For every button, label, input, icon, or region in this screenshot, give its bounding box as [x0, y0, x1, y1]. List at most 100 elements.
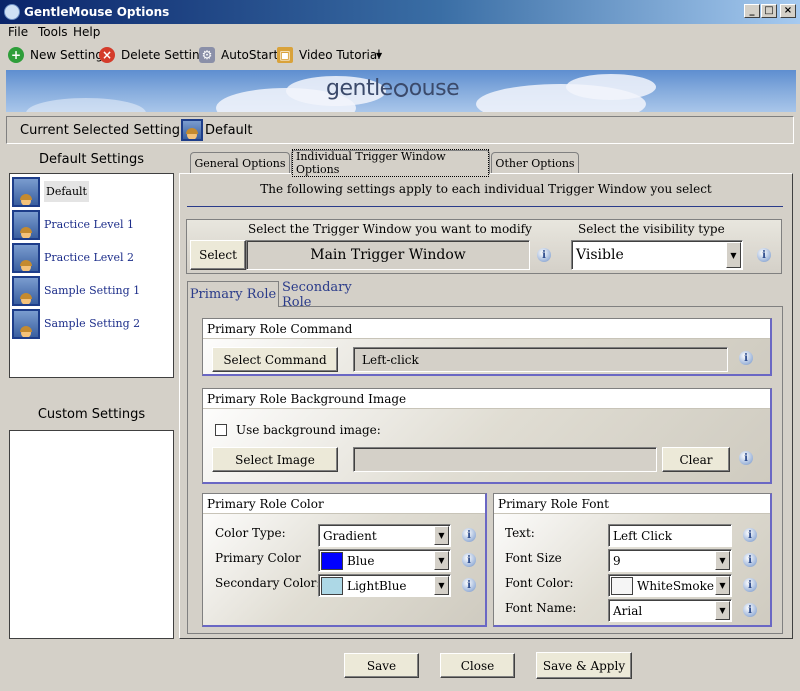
- info-icon[interactable]: i: [743, 603, 757, 617]
- user-icon: [12, 308, 40, 339]
- menu-help[interactable]: Help: [73, 25, 100, 39]
- custom-settings-title: Custom Settings: [37, 407, 146, 422]
- close-window-button[interactable]: ×: [780, 4, 796, 18]
- clear-button[interactable]: Clear: [662, 447, 730, 472]
- custom-settings-list[interactable]: [9, 430, 174, 639]
- secondary-color-swatch: [321, 576, 343, 595]
- font-text-label: Text:: [505, 526, 535, 540]
- font-color-swatch: [611, 576, 633, 595]
- chevron-down-icon: ▼: [715, 551, 730, 570]
- autostart-label: AutoStart: [221, 48, 279, 62]
- list-item[interactable]: Sample Setting 2: [12, 308, 172, 339]
- current-setting-bar: Current Selected Setting: Default: [6, 116, 794, 144]
- autostart-button[interactable]: ⚙ AutoStart: [199, 46, 278, 64]
- trigger-window-field: Main Trigger Window: [246, 240, 530, 270]
- list-item-label: Sample Setting 2: [44, 317, 141, 330]
- save-button[interactable]: Save: [344, 653, 419, 678]
- select-window-button[interactable]: Select: [190, 240, 246, 270]
- tab-other-options[interactable]: Other Options: [491, 152, 579, 173]
- divider: [187, 206, 783, 207]
- menu-file[interactable]: File: [8, 25, 28, 39]
- delete-setting-label: Delete Setting: [121, 48, 208, 62]
- font-text-input[interactable]: Left Click: [608, 524, 732, 547]
- list-item[interactable]: Practice Level 1: [12, 209, 172, 240]
- close-button[interactable]: Close: [440, 653, 515, 678]
- app-icon: [4, 4, 20, 20]
- font-color-label: Font Color:: [505, 576, 574, 590]
- user-icon: [181, 119, 203, 141]
- chevron-down-icon: ▼: [715, 576, 730, 595]
- font-color-select[interactable]: WhiteSmoke ▼: [608, 574, 732, 597]
- new-setting-button[interactable]: + New Setting: [8, 46, 103, 64]
- window-title: GentleMouse Options: [24, 5, 170, 19]
- chevron-down-icon: ▼: [434, 551, 449, 570]
- info-icon[interactable]: i: [462, 578, 476, 592]
- tab-secondary-role[interactable]: Secondary Role: [282, 280, 382, 310]
- primary-color-select[interactable]: Blue ▼: [318, 549, 451, 572]
- minimize-button[interactable]: _: [744, 4, 760, 18]
- list-item[interactable]: Sample Setting 1: [12, 275, 172, 306]
- font-size-label: Font Size: [505, 551, 562, 565]
- maximize-button[interactable]: □: [761, 4, 777, 18]
- plus-icon: +: [8, 47, 24, 63]
- info-icon[interactable]: i: [743, 578, 757, 592]
- save-apply-button[interactable]: Save & Apply: [536, 652, 632, 679]
- info-icon[interactable]: i: [743, 553, 757, 567]
- visibility-select[interactable]: Visible ▼: [571, 240, 743, 270]
- info-icon[interactable]: i: [739, 451, 753, 465]
- color-group-title: Primary Role Color: [203, 494, 485, 514]
- toolbar: + New Setting × Delete Setting ⚙ AutoSta…: [0, 42, 800, 66]
- info-icon[interactable]: i: [462, 528, 476, 542]
- primary-color-label: Primary Color: [215, 551, 301, 565]
- secondary-color-label: Secondary Color:: [215, 576, 321, 590]
- list-item-label: Sample Setting 1: [44, 284, 141, 297]
- command-group-title: Primary Role Command: [203, 319, 770, 339]
- user-icon: [12, 242, 40, 273]
- info-icon[interactable]: i: [757, 248, 771, 262]
- chevron-down-icon: ▼: [434, 576, 449, 595]
- toolbar-overflow-icon[interactable]: ▼: [376, 51, 382, 60]
- visibility-label: Select the visibility type: [578, 222, 725, 236]
- color-type-label: Color Type:: [215, 526, 286, 540]
- user-icon: [12, 275, 40, 306]
- user-icon: [12, 209, 40, 240]
- color-type-select[interactable]: Gradient ▼: [318, 524, 451, 547]
- current-setting-value: Default: [205, 123, 253, 138]
- trigger-info-text: The following settings apply to each ind…: [260, 182, 712, 196]
- info-icon[interactable]: i: [537, 248, 551, 262]
- info-icon[interactable]: i: [739, 351, 753, 365]
- list-item-label: Default: [44, 181, 89, 202]
- tab-individual-trigger[interactable]: Individual Trigger Window Options: [291, 148, 490, 177]
- list-item[interactable]: Default: [12, 176, 172, 207]
- select-command-button[interactable]: Select Command: [212, 347, 338, 372]
- chevron-down-icon: ▼: [715, 601, 730, 620]
- font-size-select[interactable]: 9 ▼: [608, 549, 732, 572]
- info-icon[interactable]: i: [462, 553, 476, 567]
- list-item-label: Practice Level 2: [44, 251, 135, 264]
- secondary-color-select[interactable]: LightBlue ▼: [318, 574, 451, 597]
- default-settings-title: Default Settings: [39, 152, 144, 167]
- default-settings-list[interactable]: Default Practice Level 1 Practice Level …: [9, 173, 174, 378]
- font-name-select[interactable]: Arial ▼: [608, 599, 732, 622]
- font-name-label: Font Name:: [505, 601, 577, 615]
- current-setting-label: Current Selected Setting:: [20, 123, 185, 138]
- tab-primary-role[interactable]: Primary Role: [187, 281, 279, 307]
- video-tutorial-button[interactable]: ▣ Video Tutorial: [277, 46, 381, 64]
- primary-color-swatch: [321, 551, 343, 570]
- delete-setting-button[interactable]: × Delete Setting: [99, 46, 207, 64]
- menu-tools[interactable]: Tools: [38, 25, 68, 39]
- chevron-down-icon: ▼: [726, 242, 741, 268]
- gear-icon: ⚙: [199, 47, 215, 63]
- use-bg-checkbox[interactable]: [215, 424, 227, 436]
- list-item-label: Practice Level 1: [44, 218, 135, 231]
- select-image-button[interactable]: Select Image: [212, 447, 338, 472]
- title-bar: GentleMouse Options _ □ ×: [0, 0, 800, 24]
- new-setting-label: New Setting: [30, 48, 103, 62]
- chevron-down-icon: ▼: [434, 526, 449, 545]
- tab-general-options[interactable]: General Options: [190, 152, 290, 173]
- list-item[interactable]: Practice Level 2: [12, 242, 172, 273]
- info-icon[interactable]: i: [743, 528, 757, 542]
- video-tutorial-label: Video Tutorial: [299, 48, 381, 62]
- user-icon: [12, 176, 40, 207]
- delete-icon: ×: [99, 47, 115, 63]
